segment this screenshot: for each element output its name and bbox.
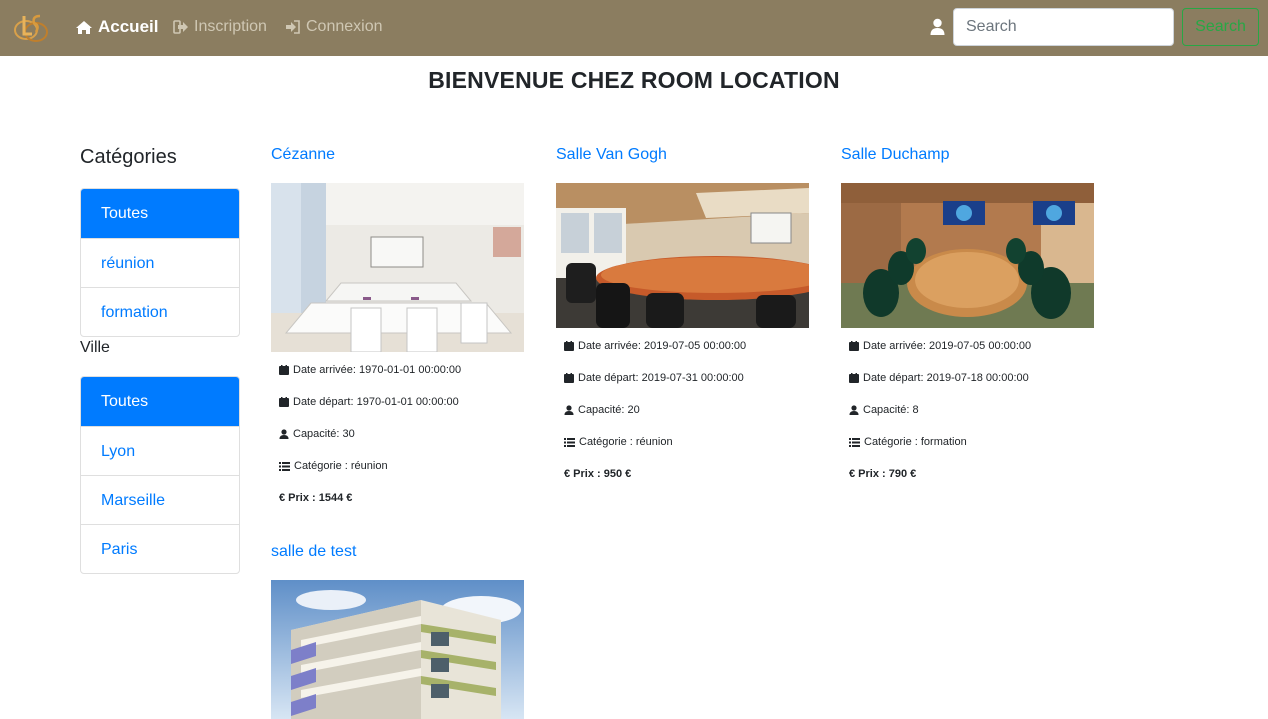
person-icon	[564, 405, 574, 415]
room-category-text: Catégorie : formation	[864, 436, 967, 448]
signup-icon	[173, 20, 188, 34]
ville-item-toutes[interactable]: Toutes	[81, 377, 239, 426]
site-logo[interactable]	[10, 10, 52, 46]
room-category-text: Catégorie : réunion	[294, 460, 388, 472]
nav-signup-link[interactable]: Inscription	[173, 17, 267, 37]
calendar-icon	[279, 397, 289, 407]
nav-home-link[interactable]: Accueil	[75, 17, 158, 37]
room-arrival: Date arrivée: 1970-01-01 00:00:00	[271, 354, 524, 386]
calendar-icon	[279, 365, 289, 375]
ville-heading: Ville	[80, 339, 110, 356]
nav-signup-label: Inscription	[194, 18, 267, 35]
room-arrival-text: Date arrivée: 2019-07-05 00:00:00	[863, 340, 1032, 352]
room-title-link[interactable]: Cézanne	[271, 145, 524, 165]
room-price: € Prix : 950 €	[564, 468, 632, 480]
room-title-link[interactable]: Salle Van Gogh	[556, 145, 809, 165]
search-button[interactable]: Search	[1182, 8, 1259, 46]
login-icon	[286, 20, 300, 34]
room-departure-text: Date départ: 1970-01-01 00:00:00	[293, 396, 459, 408]
room-category: Catégorie : réunion	[271, 450, 524, 482]
person-icon	[279, 429, 289, 439]
nav-login-link[interactable]: Connexion	[285, 17, 383, 37]
room-card: Salle Duchamp Date arrivée: 2019-07-05 0…	[841, 145, 1094, 490]
room-departure-text: Date départ: 2019-07-18 00:00:00	[863, 372, 1029, 384]
room-price: € Prix : 790 €	[849, 468, 917, 480]
room-category: Catégorie : formation	[841, 426, 1094, 458]
category-item-formation[interactable]: formation	[81, 287, 239, 336]
room-departure: Date départ: 2019-07-18 00:00:00	[841, 362, 1094, 394]
ville-list: Toutes Lyon Marseille Paris	[80, 376, 240, 574]
nav-login-label: Connexion	[306, 18, 383, 35]
room-arrival-text: Date arrivée: 1970-01-01 00:00:00	[293, 364, 462, 376]
room-card: Salle Van Gogh Date arrivée: 2019-07-05 …	[556, 145, 809, 490]
room-title-link[interactable]: salle de test	[271, 542, 524, 562]
user-icon[interactable]	[930, 18, 945, 36]
room-image[interactable]	[271, 580, 524, 719]
nav-home-label: Accueil	[98, 17, 159, 36]
ville-item-paris[interactable]: Paris	[81, 524, 239, 573]
list-icon	[564, 438, 575, 447]
room-card: Cézanne Date arrivée: 1970-01-01 00:00:0…	[271, 145, 524, 514]
home-icon	[76, 20, 92, 34]
person-icon	[849, 405, 859, 415]
search-input[interactable]	[953, 8, 1174, 46]
room-category-text: Catégorie : réunion	[579, 436, 673, 448]
room-arrival: Date arrivée: 2019-07-05 00:00:00	[556, 330, 809, 362]
list-icon	[279, 462, 290, 471]
room-card: salle de test	[271, 542, 524, 719]
room-capacity: Capacité: 8	[841, 394, 1094, 426]
ville-item-lyon[interactable]: Lyon	[81, 426, 239, 475]
page-title: BIENVENUE CHEZ ROOM LOCATION	[428, 67, 840, 93]
room-category: Catégorie : réunion	[556, 426, 809, 458]
room-departure: Date départ: 2019-07-31 00:00:00	[556, 362, 809, 394]
room-capacity: Capacité: 30	[271, 418, 524, 450]
room-capacity-text: Capacité: 30	[293, 428, 355, 440]
calendar-icon	[849, 341, 859, 351]
room-image[interactable]	[271, 183, 524, 352]
category-item-toutes[interactable]: Toutes	[81, 189, 239, 238]
room-price: € Prix : 1544 €	[279, 492, 353, 504]
room-capacity: Capacité: 20	[556, 394, 809, 426]
category-item-reunion[interactable]: réunion	[81, 238, 239, 287]
room-departure-text: Date départ: 2019-07-31 00:00:00	[578, 372, 744, 384]
categories-heading: Catégories	[80, 146, 177, 168]
categories-list: Toutes réunion formation	[80, 188, 240, 337]
room-capacity-text: Capacité: 20	[578, 404, 640, 416]
room-image[interactable]	[841, 183, 1094, 328]
calendar-icon	[564, 373, 574, 383]
list-icon	[849, 438, 860, 447]
room-image[interactable]	[556, 183, 809, 328]
calendar-icon	[849, 373, 859, 383]
room-departure: Date départ: 1970-01-01 00:00:00	[271, 386, 524, 418]
calendar-icon	[564, 341, 574, 351]
room-title-link[interactable]: Salle Duchamp	[841, 145, 1094, 165]
ville-item-marseille[interactable]: Marseille	[81, 475, 239, 524]
room-capacity-text: Capacité: 8	[863, 404, 919, 416]
room-arrival-text: Date arrivée: 2019-07-05 00:00:00	[578, 340, 747, 352]
room-arrival: Date arrivée: 2019-07-05 00:00:00	[841, 330, 1094, 362]
navbar: Accueil Inscription Connexion Search	[0, 0, 1268, 56]
